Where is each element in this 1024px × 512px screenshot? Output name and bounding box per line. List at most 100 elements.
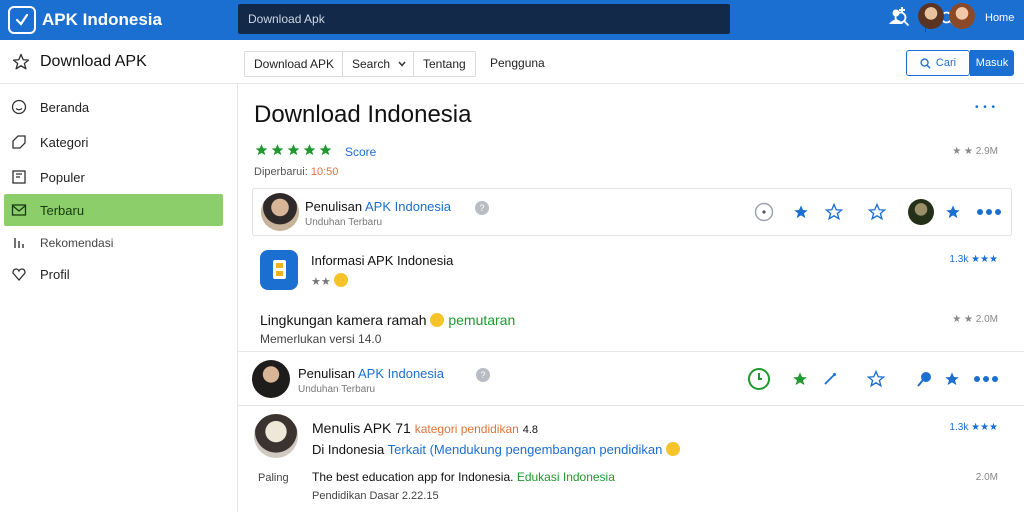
sidebar-item-rekomendasi[interactable]: Rekomendasi [4, 227, 223, 259]
star-filled-icon[interactable] [789, 368, 811, 390]
row-title-link[interactable]: APK Indonesia [358, 366, 444, 381]
rating-stars [254, 143, 333, 157]
avatar [254, 414, 298, 458]
star-outline-icon[interactable] [823, 201, 845, 223]
user-avatar-secondary[interactable] [949, 3, 975, 29]
section-title-number: 71 [395, 420, 411, 436]
section-body: Lingkungan kamera ramah pemutaran [260, 312, 515, 328]
sidebar-item-kategori[interactable]: Kategori [4, 126, 223, 158]
section-line-text: Di Indonesia [312, 442, 385, 457]
row-subtitle: Unduhan Terbaru [305, 217, 383, 228]
search-dropdown[interactable]: Search [342, 51, 416, 77]
list-item[interactable]: Penulisan APK Indonesia ? Unduhan Terbar… [252, 188, 1012, 236]
sidebar-item-label: Rekomendasi [40, 236, 114, 250]
section-body-highlight[interactable]: Edukasi Indonesia [517, 470, 615, 484]
star-filled-icon[interactable] [790, 201, 812, 223]
star-icon [271, 144, 284, 156]
login-button[interactable]: Masuk [970, 50, 1014, 76]
emoji-icon [333, 273, 348, 287]
app-logo-icon[interactable] [8, 6, 36, 34]
sidebar-item-label: Terbaru [40, 202, 85, 218]
chevron-down-icon [398, 61, 406, 67]
section-body-text: The best education app for Indonesia. [312, 470, 514, 484]
clock-icon[interactable] [753, 201, 775, 223]
section-size: 2.0M [975, 472, 998, 483]
tab-download-apk[interactable]: Download APK [244, 51, 345, 77]
star-filled-icon[interactable] [942, 201, 964, 223]
avatar [252, 360, 290, 398]
search-dropdown-label: Search [352, 57, 391, 71]
sidebar-item-profil[interactable]: Profil [4, 258, 223, 290]
main-content: Download Indonesia • • • Score ★ ★ 2.9M … [238, 84, 1024, 512]
star-outline-icon[interactable] [12, 53, 30, 71]
info-icon[interactable]: ? [476, 368, 490, 382]
user-avatar[interactable] [918, 3, 944, 29]
section-body: The best education app for Indonesia. Ed… [312, 470, 615, 484]
sidebar-item-terbaru[interactable]: Terbaru [4, 194, 223, 226]
clock-icon[interactable] [746, 366, 772, 392]
list-item[interactable]: Penulisan APK Indonesia ? Unduhan Terbar… [238, 356, 1024, 406]
updated-line: Diperbarui: 10:50 [254, 166, 338, 178]
row-title: Penulisan APK Indonesia [298, 366, 444, 381]
star-filled-icon[interactable] [941, 368, 963, 390]
search-button-label: Cari [935, 57, 957, 69]
sidebar-item-beranda[interactable]: Beranda [4, 91, 223, 123]
section-size-value: 2.0M [975, 314, 998, 325]
rating-tag: ★★ [311, 276, 331, 288]
left-label: Paling [258, 472, 289, 484]
section-title-tail: 4.8 [522, 424, 538, 436]
avatar[interactable] [908, 199, 934, 225]
emoji-icon [430, 313, 445, 327]
top-navigation-bar: APK Indonesia Home [0, 0, 1024, 40]
top-user-name[interactable]: Home [985, 12, 1014, 24]
search-input[interactable] [248, 10, 628, 28]
tab-pengguna[interactable]: Pengguna [490, 56, 545, 70]
search-bar [238, 4, 956, 34]
app-brand-name[interactable]: APK Indonesia [42, 10, 162, 30]
star-icon [303, 144, 316, 156]
edit-icon[interactable] [819, 368, 841, 390]
star-outline-icon[interactable] [865, 368, 887, 390]
search-button[interactable]: Cari [906, 50, 970, 76]
row-subtitle: Unduhan Terbaru [298, 384, 376, 395]
updated-prefix: Diperbarui: [254, 166, 308, 178]
add-user-icon[interactable] [886, 7, 906, 27]
file-size: ★ ★ 2.9M [952, 146, 998, 157]
section-size: ★ ★ 2.0M [952, 314, 998, 325]
section-line: Di Indonesia Terkait (Mendukung pengemba… [312, 442, 680, 457]
avatar [261, 193, 299, 231]
app-detail-section: Informasi APK Indonesia ★★ 1.3k ★★★ Ling… [238, 240, 1024, 352]
emoji-icon [665, 442, 680, 456]
section-title: Informasi APK Indonesia [311, 253, 454, 268]
section-version: Pendidikan Dasar 2.22.15 [312, 490, 439, 502]
sidebar-item-label: Profil [40, 266, 70, 282]
more-icon[interactable] [973, 201, 1005, 223]
sidebar-item-label: Populer [40, 169, 85, 185]
section-body-highlight[interactable]: pemutaran [448, 312, 515, 328]
info-icon[interactable]: ? [475, 201, 489, 215]
more-icon[interactable] [970, 368, 1002, 390]
row-title-main: Penulisan [305, 199, 363, 214]
tag-icon [10, 134, 28, 150]
download-count: 1.3k ★★★ [949, 422, 998, 433]
heart-icon [10, 266, 28, 282]
main-title: Download Indonesia [254, 101, 472, 128]
section-title-main: Menulis APK [312, 420, 392, 436]
section-line-link[interactable]: Terkait (Mendukung pengembangan pendidik… [388, 442, 663, 457]
tab-tentang[interactable]: Tentang [413, 51, 476, 77]
row-title-link[interactable]: APK Indonesia [365, 199, 451, 214]
star-icon [255, 144, 268, 156]
more-options-icon[interactable]: • • • [975, 102, 996, 113]
bookmark-icon [10, 169, 28, 185]
sidebar-item-populer[interactable]: Populer [4, 161, 223, 193]
section-title-category[interactable]: kategori pendidikan [415, 422, 519, 436]
app-icon[interactable] [260, 250, 298, 290]
section-body-text: Lingkungan kamera ramah [260, 312, 427, 328]
section-requirement: Memerlukan versi 14.0 [260, 332, 382, 346]
row-title-main: Penulisan [298, 366, 356, 381]
star-outline-icon[interactable] [866, 201, 888, 223]
pin-icon[interactable] [913, 368, 935, 390]
file-size-value: 2.9M [975, 146, 998, 157]
row-title: Penulisan APK Indonesia [305, 199, 451, 214]
rating-label: Score [345, 145, 377, 159]
